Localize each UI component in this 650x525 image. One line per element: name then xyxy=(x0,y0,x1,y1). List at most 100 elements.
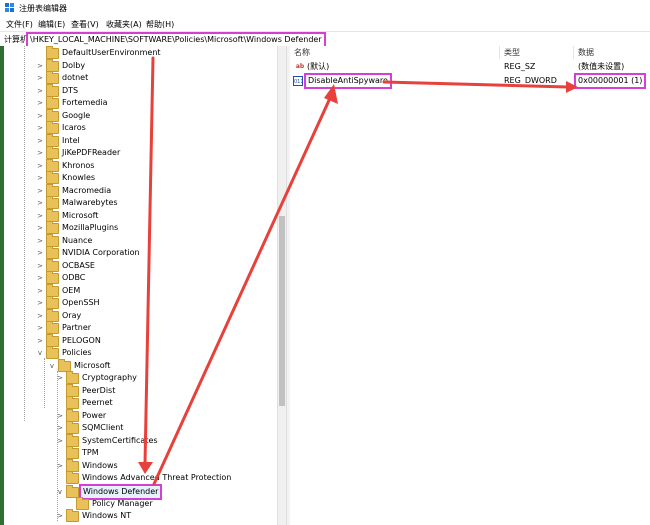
folder-icon xyxy=(66,421,79,434)
menu-bar: 文件(F) 编辑(E) 查看(V) 收藏夹(A) 帮助(H) xyxy=(0,16,650,31)
folder-icon xyxy=(46,146,59,159)
menu-view[interactable]: 查看(V) xyxy=(71,19,99,30)
expander-icon[interactable]: > xyxy=(56,461,64,471)
expander-icon[interactable]: v xyxy=(36,348,44,358)
folder-icon xyxy=(46,171,59,184)
value-row-disableantispyware[interactable]: 011 DisableAntiSpyware REG_DWORD 0x00000… xyxy=(290,73,650,89)
expander-icon[interactable]: > xyxy=(56,423,64,433)
folder-icon xyxy=(46,46,59,59)
expander-icon[interactable]: > xyxy=(36,148,44,158)
expander-icon[interactable]: > xyxy=(36,73,44,83)
expander-icon[interactable]: > xyxy=(36,136,44,146)
expander-icon[interactable] xyxy=(56,473,64,483)
value-name: DisableAntiSpyware xyxy=(304,73,392,89)
values-pane[interactable]: 名称 类型 数据 ab (默认) REG_SZ (数值未设置) 011 Disa… xyxy=(290,46,650,525)
expander-icon[interactable]: > xyxy=(36,86,44,96)
expander-icon[interactable]: > xyxy=(36,298,44,308)
tree-item-label: Partner xyxy=(62,323,92,332)
registry-tree[interactable]: DefaultUserEnvironment > Dolby > dotnet > D… xyxy=(4,46,284,525)
expander-icon[interactable]: > xyxy=(36,173,44,183)
tree-item-label: Malwarebytes xyxy=(62,198,118,207)
expander-icon[interactable]: > xyxy=(36,111,44,121)
expander-icon[interactable]: > xyxy=(56,411,64,421)
value-data: 0x00000001 (1) xyxy=(574,73,647,89)
expander-icon[interactable]: v xyxy=(56,487,64,497)
expander-icon[interactable] xyxy=(56,386,64,396)
menu-help[interactable]: 帮助(H) xyxy=(146,19,174,30)
tree-item-label: Nuance xyxy=(62,236,93,245)
tree-item-label: DTS xyxy=(62,86,79,95)
folder-icon xyxy=(46,196,59,209)
tree-item-label: Windows Advanced Threat Protection xyxy=(82,473,232,482)
expander-icon[interactable] xyxy=(56,448,64,458)
tree-item-label: SQMClient xyxy=(82,423,124,432)
folder-icon xyxy=(66,471,79,484)
menu-favorites[interactable]: 收藏夹(A) xyxy=(106,19,142,30)
expander-icon[interactable]: > xyxy=(36,286,44,296)
folder-icon xyxy=(46,296,59,309)
expander-icon[interactable]: > xyxy=(36,98,44,108)
registry-editor-icon xyxy=(5,3,14,12)
tree-item-label: Microsoft xyxy=(62,211,99,220)
tree-item-label: Knowles xyxy=(62,173,96,182)
folder-icon xyxy=(46,321,59,334)
value-type: REG_SZ xyxy=(504,62,536,71)
expander-icon[interactable]: > xyxy=(56,436,64,446)
column-header-type[interactable]: 类型 xyxy=(500,46,574,59)
expander-icon[interactable]: > xyxy=(36,323,44,333)
expander-icon[interactable]: > xyxy=(36,248,44,258)
folder-icon xyxy=(46,246,59,259)
expander-icon[interactable]: > xyxy=(56,373,64,383)
expander-icon[interactable]: > xyxy=(36,273,44,283)
column-header-data[interactable]: 数据 xyxy=(574,46,650,59)
expander-icon[interactable]: > xyxy=(36,61,44,71)
expander-icon[interactable]: > xyxy=(36,123,44,133)
folder-icon xyxy=(66,396,79,409)
tree-item-label: Microsoft xyxy=(74,361,111,370)
menu-file[interactable]: 文件(F) xyxy=(6,19,33,30)
value-row-default[interactable]: ab (默认) REG_SZ (数值未设置) xyxy=(290,61,650,73)
expander-icon[interactable]: > xyxy=(36,198,44,208)
expander-icon[interactable]: > xyxy=(36,186,44,196)
folder-icon xyxy=(66,446,79,459)
expander-icon[interactable]: > xyxy=(56,511,64,521)
tree-item-label: NVIDIA Corporation xyxy=(62,248,140,257)
folder-icon xyxy=(46,346,59,359)
tree-item-label: Google xyxy=(62,111,91,120)
tree-item-label: Khronos xyxy=(62,161,95,170)
tree-item-label: Macromedia xyxy=(62,186,112,195)
expander-icon[interactable]: > xyxy=(36,336,44,346)
binary-value-icon: 011 xyxy=(293,76,304,86)
expander-icon[interactable]: v xyxy=(48,361,56,371)
tree-item-label: Intel xyxy=(62,136,80,145)
expander-icon[interactable]: > xyxy=(36,311,44,321)
expander-icon[interactable]: > xyxy=(36,211,44,221)
column-header-name[interactable]: 名称 xyxy=(290,46,500,59)
tree-item-label: JiKePDFReader xyxy=(62,148,121,157)
tree-item-label: SystemCertificates xyxy=(82,436,158,445)
folder-icon xyxy=(66,371,79,384)
expander-icon[interactable] xyxy=(66,499,74,509)
value-type: REG_DWORD xyxy=(504,76,557,85)
title-bar: 注册表编辑器 xyxy=(0,0,650,16)
tree-item-label: Cryptography xyxy=(82,373,137,382)
menu-edit[interactable]: 编辑(E) xyxy=(38,19,65,30)
expander-icon[interactable] xyxy=(36,48,44,58)
tree-item-label: Fortemedia xyxy=(62,98,108,107)
scrollbar-thumb[interactable] xyxy=(279,216,285,406)
expander-icon[interactable]: > xyxy=(36,161,44,171)
expander-icon[interactable]: > xyxy=(36,223,44,233)
folder-icon xyxy=(46,221,59,234)
tree-item-label: Dolby xyxy=(62,61,86,70)
tree-item-label: Policies xyxy=(62,348,92,357)
tree-item-label: dotnet xyxy=(62,73,89,82)
tree-item-label: MozillaPlugins xyxy=(62,223,119,232)
tree-item-label: Windows xyxy=(82,461,118,470)
tree-scrollbar[interactable] xyxy=(277,46,286,525)
folder-icon xyxy=(46,71,59,84)
expander-icon[interactable]: > xyxy=(36,236,44,246)
expander-icon[interactable]: > xyxy=(36,261,44,271)
folder-icon xyxy=(76,497,89,510)
expander-icon[interactable] xyxy=(56,398,64,408)
address-bar[interactable]: 计算机 \HKEY_LOCAL_MACHINE\SOFTWARE\Policie… xyxy=(0,31,650,48)
